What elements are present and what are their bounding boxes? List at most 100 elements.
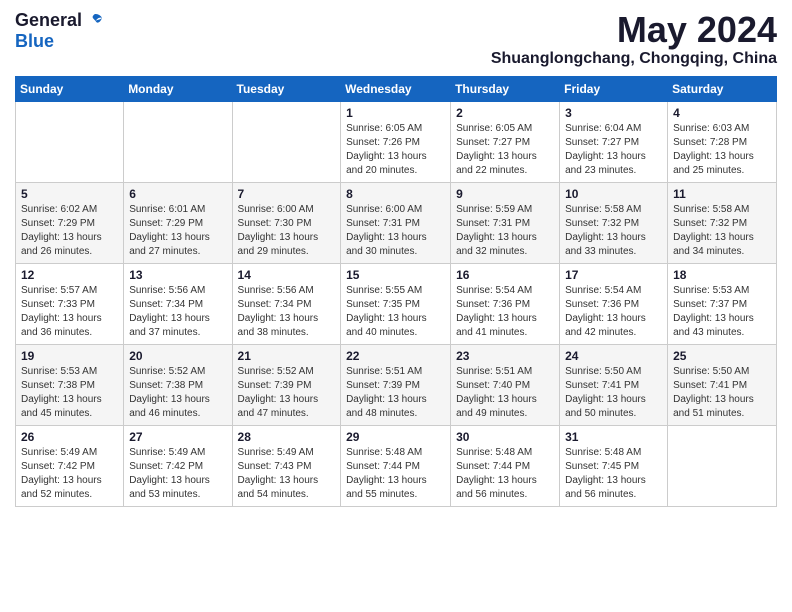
calendar-cell: 31 Sunrise: 5:48 AMSunset: 7:45 PMDayligh… [560, 425, 668, 506]
day-number: 19 [21, 349, 118, 363]
calendar-cell: 21 Sunrise: 5:52 AMSunset: 7:39 PMDayligh… [232, 344, 341, 425]
calendar-cell: 17Sunrise: 5:54 AMSunset: 7:36 PMDayligh… [560, 263, 668, 344]
day-info: Sunrise: 5:57 AMSunset: 7:33 PMDaylight:… [21, 284, 118, 340]
day-info: Sunrise: 5:48 AMSunset: 7:44 PMDaylight:… [346, 446, 445, 502]
day-info: Sunrise: 5:52 AMSunset: 7:38 PMDaylight:… [129, 365, 226, 421]
weekday-header-sunday: Sunday [16, 76, 124, 101]
day-number: 11 [673, 187, 771, 201]
day-info: Sunrise: 5:58 AMSunset: 7:32 PMDaylight:… [673, 203, 771, 259]
calendar-week-row: 12 Sunrise: 5:57 AMSunset: 7:33 PMDayligh… [16, 263, 777, 344]
logo-general-text: General [15, 10, 82, 31]
day-info: Sunrise: 5:58 AMSunset: 7:32 PMDaylight:… [565, 203, 662, 259]
day-info: Sunrise: 5:50 AMSunset: 7:41 PMDaylight:… [673, 365, 771, 421]
day-info: Sunrise: 5:52 AMSunset: 7:39 PMDaylight:… [238, 365, 336, 421]
weekday-header-wednesday: Wednesday [341, 76, 451, 101]
day-info: Sunrise: 5:49 AMSunset: 7:43 PMDaylight:… [238, 446, 336, 502]
day-number: 1 [346, 106, 445, 120]
day-info: Sunrise: 6:02 AMSunset: 7:29 PMDaylight:… [21, 203, 118, 259]
day-info: Sunrise: 5:54 AMSunset: 7:36 PMDaylight:… [565, 284, 662, 340]
page-header: General Blue May 2024 Shuanglongchang, C… [15, 10, 777, 68]
logo: General Blue [15, 10, 104, 52]
day-info: Sunrise: 5:48 AMSunset: 7:45 PMDaylight:… [565, 446, 662, 502]
calendar-cell: 27 Sunrise: 5:49 AMSunset: 7:42 PMDayligh… [124, 425, 232, 506]
day-number: 14 [238, 268, 336, 282]
calendar-week-row: 1 Sunrise: 6:05 AMSunset: 7:26 PMDaylight… [16, 101, 777, 182]
calendar-cell: 30 Sunrise: 5:48 AMSunset: 7:44 PMDayligh… [451, 425, 560, 506]
calendar-cell: 9 Sunrise: 5:59 AMSunset: 7:31 PMDaylight… [451, 182, 560, 263]
calendar-cell: 19 Sunrise: 5:53 AMSunset: 7:38 PMDayligh… [16, 344, 124, 425]
calendar-cell: 20 Sunrise: 5:52 AMSunset: 7:38 PMDayligh… [124, 344, 232, 425]
day-number: 27 [129, 430, 226, 444]
calendar-cell: 16Sunrise: 5:54 AMSunset: 7:36 PMDayligh… [451, 263, 560, 344]
weekday-header-thursday: Thursday [451, 76, 560, 101]
weekday-header-monday: Monday [124, 76, 232, 101]
month-title: May 2024 [491, 10, 777, 50]
day-number: 4 [673, 106, 771, 120]
calendar-cell: 22 Sunrise: 5:51 AMSunset: 7:39 PMDayligh… [341, 344, 451, 425]
day-info: Sunrise: 5:56 AMSunset: 7:34 PMDaylight:… [238, 284, 336, 340]
calendar-cell: 12 Sunrise: 5:57 AMSunset: 7:33 PMDayligh… [16, 263, 124, 344]
day-number: 3 [565, 106, 662, 120]
day-info: Sunrise: 5:53 AMSunset: 7:37 PMDaylight:… [673, 284, 771, 340]
calendar-cell: 5Sunrise: 6:02 AMSunset: 7:29 PMDaylight… [16, 182, 124, 263]
day-number: 9 [456, 187, 554, 201]
day-number: 25 [673, 349, 771, 363]
day-number: 31 [565, 430, 662, 444]
day-info: Sunrise: 5:56 AMSunset: 7:34 PMDaylight:… [129, 284, 226, 340]
day-number: 23 [456, 349, 554, 363]
day-info: Sunrise: 5:51 AMSunset: 7:40 PMDaylight:… [456, 365, 554, 421]
day-number: 21 [238, 349, 336, 363]
day-info: Sunrise: 6:04 AMSunset: 7:27 PMDaylight:… [565, 122, 662, 178]
logo-blue-text: Blue [15, 31, 54, 52]
weekday-header-friday: Friday [560, 76, 668, 101]
day-number: 24 [565, 349, 662, 363]
calendar-cell: 29 Sunrise: 5:48 AMSunset: 7:44 PMDayligh… [341, 425, 451, 506]
day-info: Sunrise: 5:59 AMSunset: 7:31 PMDaylight:… [456, 203, 554, 259]
day-info: Sunrise: 6:00 AMSunset: 7:30 PMDaylight:… [238, 203, 336, 259]
calendar-cell: 18Sunrise: 5:53 AMSunset: 7:37 PMDayligh… [668, 263, 777, 344]
day-number: 13 [129, 268, 226, 282]
calendar-cell [16, 101, 124, 182]
day-info: Sunrise: 6:05 AMSunset: 7:26 PMDaylight:… [346, 122, 445, 178]
calendar-week-row: 5Sunrise: 6:02 AMSunset: 7:29 PMDaylight… [16, 182, 777, 263]
calendar-table: SundayMondayTuesdayWednesdayThursdayFrid… [15, 76, 777, 507]
day-info: Sunrise: 5:51 AMSunset: 7:39 PMDaylight:… [346, 365, 445, 421]
day-info: Sunrise: 5:48 AMSunset: 7:44 PMDaylight:… [456, 446, 554, 502]
day-info: Sunrise: 6:01 AMSunset: 7:29 PMDaylight:… [129, 203, 226, 259]
calendar-cell: 4 Sunrise: 6:03 AMSunset: 7:28 PMDaylight… [668, 101, 777, 182]
day-number: 22 [346, 349, 445, 363]
day-number: 26 [21, 430, 118, 444]
day-info: Sunrise: 6:03 AMSunset: 7:28 PMDaylight:… [673, 122, 771, 178]
calendar-cell: 2Sunrise: 6:05 AMSunset: 7:27 PMDaylight… [451, 101, 560, 182]
day-number: 30 [456, 430, 554, 444]
day-number: 29 [346, 430, 445, 444]
weekday-header-saturday: Saturday [668, 76, 777, 101]
day-info: Sunrise: 5:53 AMSunset: 7:38 PMDaylight:… [21, 365, 118, 421]
day-number: 10 [565, 187, 662, 201]
calendar-cell: 15Sunrise: 5:55 AMSunset: 7:35 PMDayligh… [341, 263, 451, 344]
weekday-header-tuesday: Tuesday [232, 76, 341, 101]
location-title: Shuanglongchang, Chongqing, China [491, 50, 777, 68]
day-number: 20 [129, 349, 226, 363]
day-info: Sunrise: 5:49 AMSunset: 7:42 PMDaylight:… [129, 446, 226, 502]
calendar-cell [668, 425, 777, 506]
calendar-cell: 13 Sunrise: 5:56 AMSunset: 7:34 PMDayligh… [124, 263, 232, 344]
day-number: 16 [456, 268, 554, 282]
calendar-cell: 10 Sunrise: 5:58 AMSunset: 7:32 PMDayligh… [560, 182, 668, 263]
day-number: 7 [238, 187, 336, 201]
calendar-cell: 6Sunrise: 6:01 AMSunset: 7:29 PMDaylight… [124, 182, 232, 263]
calendar-week-row: 19 Sunrise: 5:53 AMSunset: 7:38 PMDayligh… [16, 344, 777, 425]
calendar-title-area: May 2024 Shuanglongchang, Chongqing, Chi… [491, 10, 777, 68]
calendar-cell [232, 101, 341, 182]
day-info: Sunrise: 5:55 AMSunset: 7:35 PMDaylight:… [346, 284, 445, 340]
calendar-cell: 25 Sunrise: 5:50 AMSunset: 7:41 PMDayligh… [668, 344, 777, 425]
weekday-header-row: SundayMondayTuesdayWednesdayThursdayFrid… [16, 76, 777, 101]
calendar-cell: 14 Sunrise: 5:56 AMSunset: 7:34 PMDayligh… [232, 263, 341, 344]
day-info: Sunrise: 5:50 AMSunset: 7:41 PMDaylight:… [565, 365, 662, 421]
day-info: Sunrise: 5:49 AMSunset: 7:42 PMDaylight:… [21, 446, 118, 502]
calendar-week-row: 26 Sunrise: 5:49 AMSunset: 7:42 PMDayligh… [16, 425, 777, 506]
calendar-cell: 3 Sunrise: 6:04 AMSunset: 7:27 PMDaylight… [560, 101, 668, 182]
day-number: 12 [21, 268, 118, 282]
day-number: 8 [346, 187, 445, 201]
day-number: 2 [456, 106, 554, 120]
